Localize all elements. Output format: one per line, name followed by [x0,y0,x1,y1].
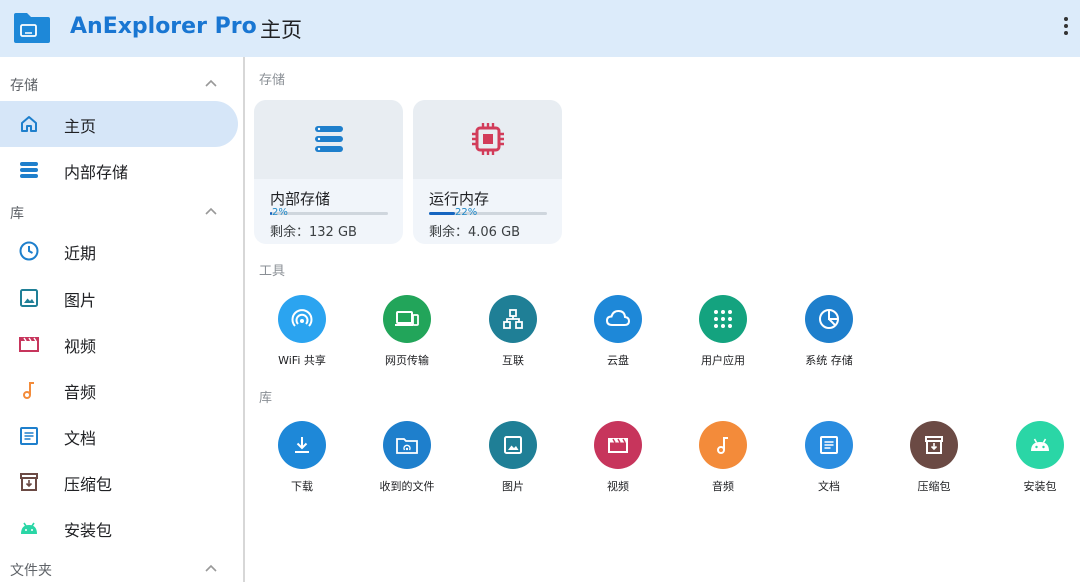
tool-wifi-share[interactable]: WiFi 共享 [252,295,352,375]
android-icon [1016,421,1064,469]
sidebar-item-apks[interactable]: 安装包 [0,505,238,551]
sidebar-section-library[interactable]: 库 [0,199,240,225]
usage-percent: 2% [272,207,288,218]
sidebar-item-audio[interactable]: 音频 [0,367,238,413]
usage-progress-fill [429,212,455,215]
app-name: AnExplorer Pro [70,14,257,39]
storage-icon [315,126,343,152]
sidebar-item-label: 音频 [64,383,97,402]
tool-web-transfer[interactable]: 网页传输 [357,295,457,375]
folder-app-icon [14,13,50,43]
sidebar-item-archives[interactable]: 压缩包 [0,459,238,505]
sidebar-section-storage[interactable]: 存储 [0,71,240,97]
sidebar-section-folders[interactable]: 文件夹 [0,556,240,582]
network-icon [489,295,537,343]
library-downloads[interactable]: 下载 [252,421,352,501]
sidebar-item-label: 文档 [64,429,97,448]
free-space: 剩余：132 GB [270,225,357,240]
video-icon [19,337,39,352]
chevron-up-icon [205,564,217,572]
storage-card-memory[interactable]: 运行内存 22% 剩余：4.06 GB [413,100,562,244]
sidebar-item-video[interactable]: 视频 [0,321,238,367]
library-audio[interactable]: 音频 [673,421,773,501]
music-icon [23,382,34,399]
sidebar-item-documents[interactable]: 文档 [0,413,238,459]
image-icon [489,421,537,469]
section-label-library: 库 [259,391,273,406]
archive-icon [20,473,38,491]
sidebar-item-recent[interactable]: 近期 [0,228,238,274]
library-received-files[interactable]: 收到的文件 [357,421,457,501]
sidebar-item-label: 视频 [64,337,97,356]
sidebar-item-label: 内部存储 [64,163,129,182]
storage-icon [20,162,38,178]
section-label-storage: 存储 [259,73,286,88]
more-options-icon[interactable] [1058,14,1074,42]
card-title: 内部存储 [270,190,331,208]
tool-cloud[interactable]: 云盘 [568,295,668,375]
navigation-drawer: 存储 主页 内部存储 库 近期 图片 视频 音频 文档 压缩包 安装包 文件夹 [0,57,245,582]
sidebar-item-label: 近期 [64,244,97,263]
main-content: 存储 内部存储 2% 剩余：132 GB 运行内存 22% 剩余：4.06 GB… [247,57,1080,582]
music-icon [699,421,747,469]
android-icon [21,522,37,534]
library-video[interactable]: 视频 [568,421,668,501]
cloud-icon [594,295,642,343]
tool-user-apps[interactable]: 用户应用 [673,295,773,375]
chevron-up-icon [205,207,217,215]
web-transfer-icon [383,295,431,343]
library-archives[interactable]: 压缩包 [884,421,984,501]
sidebar-item-home[interactable]: 主页 [0,101,238,147]
card-title: 运行内存 [429,190,490,208]
section-label-tools: 工具 [259,264,286,279]
sidebar-item-label: 图片 [64,291,97,310]
top-app-bar: AnExplorer Pro 主页 [0,0,1080,57]
wifi-share-icon [278,295,326,343]
pie-chart-icon [805,295,853,343]
home-icon [21,116,37,132]
sidebar-item-label: 主页 [64,117,97,136]
apps-icon [699,295,747,343]
archive-icon [910,421,958,469]
document-icon [805,421,853,469]
image-icon [20,289,38,307]
sidebar-item-label: 安装包 [64,521,113,540]
sidebar-item-label: 压缩包 [64,475,113,494]
usage-progress-bar [429,212,547,215]
video-icon [594,421,642,469]
page-title: 主页 [260,18,302,42]
usage-percent: 22% [455,207,478,218]
storage-card-internal[interactable]: 内部存储 2% 剩余：132 GB [254,100,403,244]
download-icon [278,421,326,469]
document-icon [20,427,38,445]
library-documents[interactable]: 文档 [779,421,879,501]
chip-icon [472,123,504,155]
clock-icon [19,241,39,261]
received-files-icon [383,421,431,469]
free-space: 剩余：4.06 GB [429,225,521,240]
sidebar-item-internal-storage[interactable]: 内部存储 [0,147,238,193]
library-apks[interactable]: 安装包 [990,421,1080,501]
library-images[interactable]: 图片 [463,421,563,501]
tool-system-storage[interactable]: 系统 存储 [779,295,879,375]
sidebar-item-images[interactable]: 图片 [0,275,238,321]
chevron-up-icon [205,79,217,87]
tool-network[interactable]: 互联 [463,295,563,375]
